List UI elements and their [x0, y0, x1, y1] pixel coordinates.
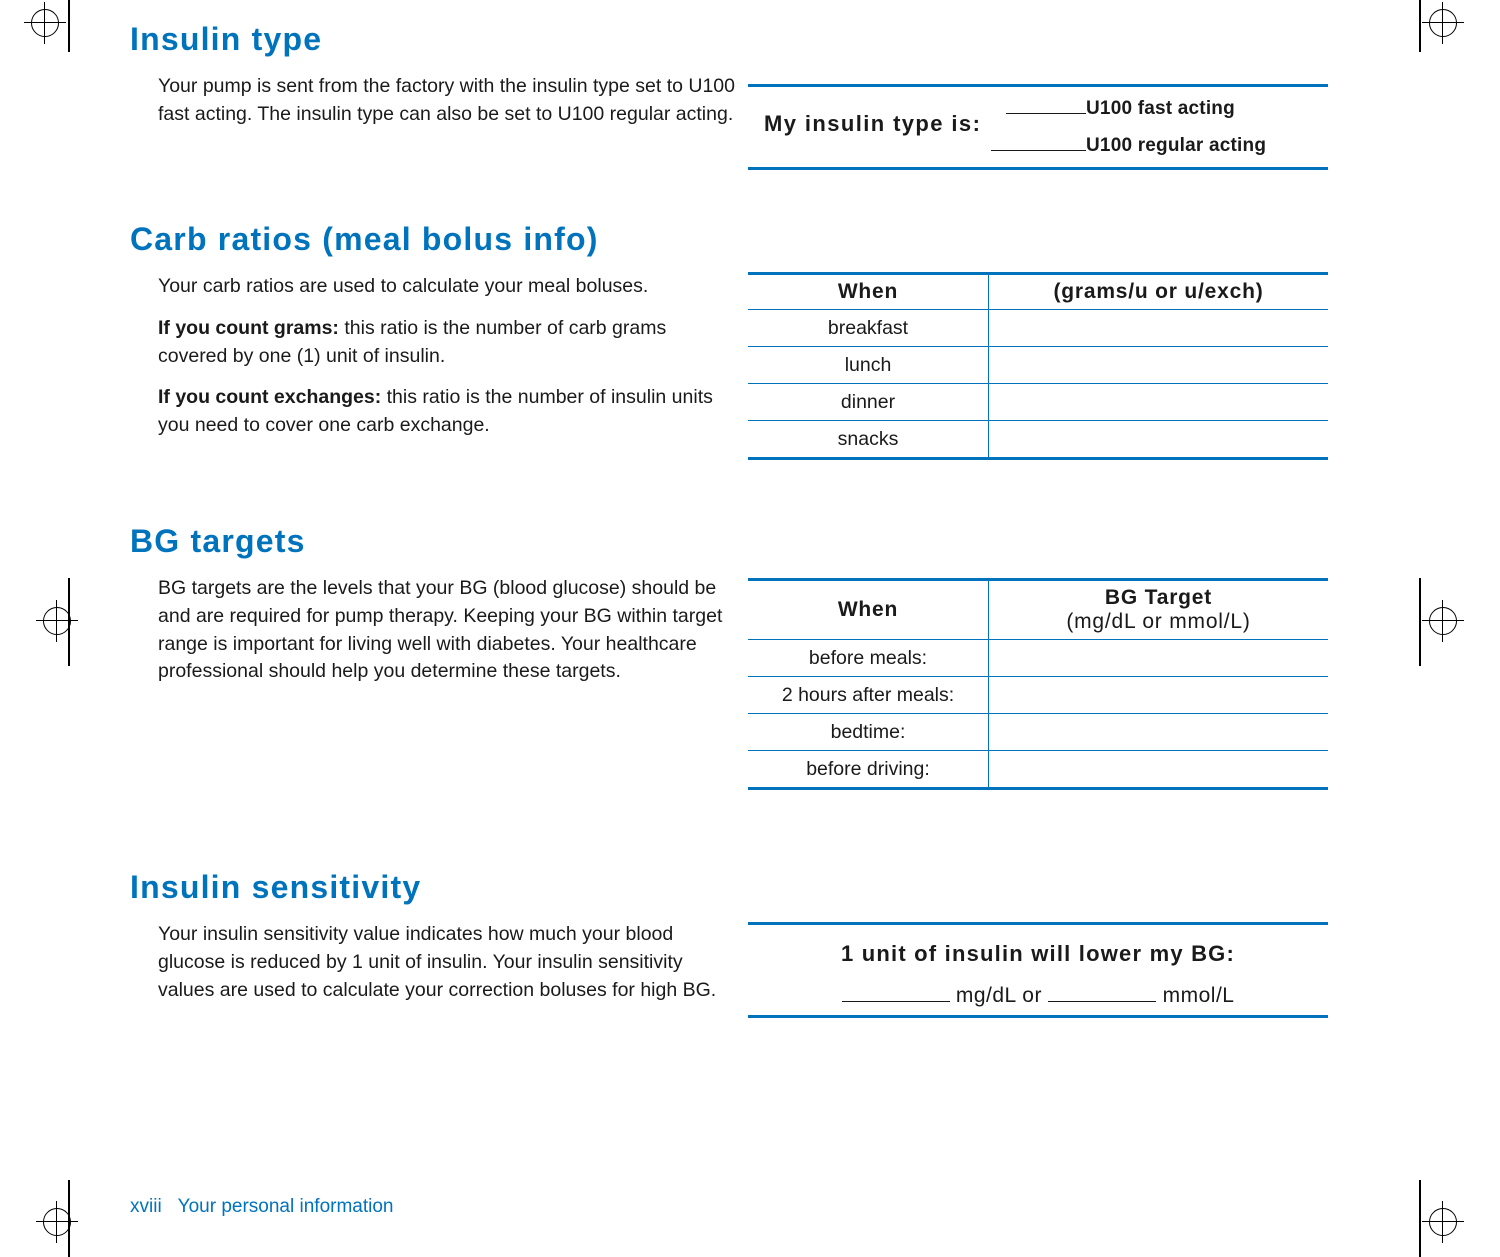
- carb-row-label-dinner: dinner: [748, 383, 989, 421]
- table-row: snacks: [748, 420, 1328, 459]
- section-title-carb-ratios: Carb ratios (meal bolus info): [130, 221, 599, 257]
- carb-row-label-lunch: lunch: [748, 346, 989, 384]
- insulin-type-fast-blank[interactable]: [1006, 95, 1086, 114]
- bg-targets-table-wrap: When BG Target (mg/dL or mmol/L) before …: [748, 578, 1328, 790]
- section-insulin-type: Insulin type Your pump is sent from the …: [130, 21, 740, 143]
- carb-table-header-units: (grams/u or u/exch): [988, 273, 1328, 310]
- carb-row-value-breakfast[interactable]: [988, 309, 1328, 347]
- footer-page-number: xviii: [130, 1196, 162, 1217]
- insulin-type-regular-label: U100 regular acting: [1086, 135, 1267, 156]
- carb-ratios-paragraph-2: If you count grams: this ratio is the nu…: [130, 315, 740, 370]
- footer-label: Your personal information: [177, 1196, 394, 1217]
- table-row: breakfast: [748, 309, 1328, 347]
- table-row: lunch: [748, 346, 1328, 384]
- bg-table-header-target: BG Target (mg/dL or mmol/L): [988, 579, 1328, 640]
- table-row: 2 hours after meals:: [748, 676, 1328, 714]
- insulin-type-fast-label: U100 fast acting: [1086, 98, 1235, 119]
- bg-table-header-when: When: [748, 579, 989, 640]
- carb-row-value-snacks[interactable]: [988, 420, 1328, 459]
- bg-row-value-after-meals[interactable]: [988, 676, 1328, 714]
- section-title-insulin-type: Insulin type: [130, 21, 323, 57]
- insulin-type-option-fast[interactable]: U100 fast acting: [1006, 95, 1235, 120]
- carb-exchanges-label: If you count exchanges:: [158, 386, 382, 409]
- carb-ratios-table: When (grams/u or u/exch) breakfast lunch…: [748, 272, 1328, 460]
- bg-row-label-bedtime: bedtime:: [748, 713, 989, 751]
- bg-targets-paragraph: BG targets are the levels that your BG (…: [158, 577, 723, 683]
- carb-ratios-table-wrap: When (grams/u or u/exch) breakfast lunch…: [748, 272, 1328, 460]
- bg-table-header-target-line2: (mg/dL or mmol/L): [1066, 610, 1251, 633]
- bg-row-label-before-meals: before meals:: [748, 639, 989, 677]
- bg-row-label-after-meals: 2 hours after meals:: [748, 676, 989, 714]
- table-row: bedtime:: [748, 713, 1328, 751]
- section-insulin-sensitivity: Insulin sensitivity Your insulin sensiti…: [130, 869, 730, 1018]
- insulin-sensitivity-mmol-blank[interactable]: [1048, 981, 1157, 1002]
- insulin-sensitivity-paragraph: Your insulin sensitivity value indicates…: [158, 923, 717, 1001]
- carb-ratios-paragraph-1: Your carb ratios are used to calculate y…: [158, 275, 649, 298]
- bg-row-label-before-driving: before driving:: [748, 750, 989, 789]
- insulin-type-box: My insulin type is: U100 fast acting U10…: [748, 84, 1328, 170]
- section-title-bg-targets: BG targets: [130, 523, 306, 559]
- insulin-type-box-label: My insulin type is:: [764, 111, 982, 136]
- table-row: dinner: [748, 383, 1328, 421]
- carb-row-value-dinner[interactable]: [988, 383, 1328, 421]
- insulin-sensitivity-box-line: mg/dL or mmol/L: [748, 981, 1328, 1008]
- carb-row-value-lunch[interactable]: [988, 346, 1328, 384]
- carb-row-label-snacks: snacks: [748, 420, 989, 459]
- insulin-sensitivity-unit-1: mg/dL or: [955, 984, 1042, 1007]
- bg-row-value-bedtime[interactable]: [988, 713, 1328, 751]
- carb-table-header-when: When: [748, 273, 989, 310]
- carb-row-label-breakfast: breakfast: [748, 309, 989, 347]
- carb-grams-label: If you count grams:: [158, 316, 339, 339]
- insulin-sensitivity-form-box: 1 unit of insulin will lower my BG: mg/d…: [748, 922, 1328, 1018]
- table-header-row: When BG Target (mg/dL or mmol/L): [748, 579, 1328, 640]
- bg-targets-table: When BG Target (mg/dL or mmol/L) before …: [748, 578, 1328, 790]
- bg-row-value-before-driving[interactable]: [988, 750, 1328, 789]
- insulin-sensitivity-box-heading: 1 unit of insulin will lower my BG:: [840, 941, 1236, 966]
- page-footer: xviii Your personal information: [130, 1196, 394, 1218]
- insulin-sensitivity-unit-2: mmol/L: [1162, 984, 1235, 1007]
- carb-ratios-paragraph-3: If you count exchanges: this ratio is th…: [130, 384, 740, 439]
- insulin-type-regular-blank[interactable]: [991, 132, 1086, 151]
- insulin-sensitivity-mgdl-blank[interactable]: [841, 981, 950, 1002]
- insulin-sensitivity-box: 1 unit of insulin will lower my BG: mg/d…: [748, 922, 1328, 1018]
- insulin-type-paragraph: Your pump is sent from the factory with …: [158, 75, 735, 125]
- page-content: Insulin type Your pump is sent from the …: [0, 0, 1500, 1257]
- page: Insulin type Your pump is sent from the …: [0, 0, 1500, 1257]
- bg-row-value-before-meals[interactable]: [988, 639, 1328, 677]
- section-title-insulin-sensitivity: Insulin sensitivity: [130, 869, 422, 905]
- table-row: before driving:: [748, 750, 1328, 789]
- insulin-type-form-box: My insulin type is: U100 fast acting U10…: [748, 84, 1328, 170]
- section-bg-targets: BG targets BG targets are the levels tha…: [130, 523, 730, 700]
- section-carb-ratios: Carb ratios (meal bolus info) Your carb …: [130, 221, 740, 454]
- insulin-type-option-regular[interactable]: U100 regular acting: [991, 132, 1266, 157]
- table-header-row: When (grams/u or u/exch): [748, 273, 1328, 310]
- table-row: before meals:: [748, 639, 1328, 677]
- bg-table-header-target-line1: BG Target: [1104, 586, 1213, 609]
